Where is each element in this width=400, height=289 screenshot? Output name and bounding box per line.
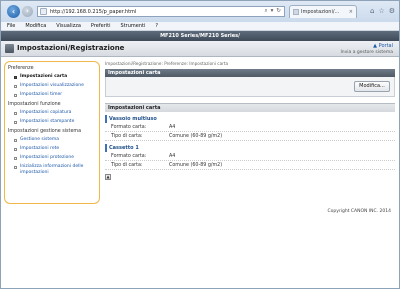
sidebar-item-label: Impostazioni protezione xyxy=(20,155,74,160)
sidebar-item-impostazioni-copiatura[interactable]: Impostazioni copiatura xyxy=(8,109,96,118)
menu-modifica[interactable]: Modifica xyxy=(25,23,46,29)
sidebar-item-label: Impostazioni timer xyxy=(20,92,63,97)
bullet-icon xyxy=(14,138,17,142)
settings-row: Tipo di carta: Comune (60-89 g/m2) xyxy=(105,132,395,141)
address-bar: ‹ › http://192.168.0.215/p_paper.html ⌕ … xyxy=(1,1,399,22)
sidebar-item-impostazioni-carta[interactable]: Impostazioni carta xyxy=(8,73,96,82)
copyright: Copyright CANON INC. 2014 xyxy=(327,209,392,214)
url-text: http://192.168.0.215/p_paper.html xyxy=(50,8,137,15)
panel-title: Impostazioni carta xyxy=(105,69,395,77)
device-name-bar: MF210 Series/MF210 Series/ xyxy=(1,31,399,41)
bullet-icon xyxy=(14,75,17,79)
dropdown-icon[interactable]: ▾ xyxy=(271,8,274,15)
menu-strumenti[interactable]: Strumenti xyxy=(121,23,146,29)
row-value: Comune (60-89 g/m2) xyxy=(169,163,223,168)
page-title: Impostazioni/Registrazione xyxy=(17,44,125,52)
sidebar-item-gestione-sistema[interactable]: Gestione sistema xyxy=(8,136,96,145)
browser-window: ‹ › http://192.168.0.215/p_paper.html ⌕ … xyxy=(0,0,400,289)
section-title: Impostazioni carta xyxy=(105,103,395,112)
sidebar-item-label: Impostazioni carta xyxy=(20,74,68,79)
row-label: Tipo di carta: xyxy=(111,134,143,139)
breadcrumb: Impostazioni/Registrazione: Preferenze: … xyxy=(105,61,229,66)
tab-title: Impostazioni/... xyxy=(301,9,340,15)
sidebar-item-impostazioni-stampante[interactable]: Impostazioni stampante xyxy=(8,118,96,127)
tray-heading: Cassetto 1 xyxy=(105,144,395,152)
menu-visualizza[interactable]: Visualizza xyxy=(56,23,81,29)
sidebar-item-label: Inizializza informazioni delle impostazi… xyxy=(20,164,84,175)
back-button[interactable]: ‹ xyxy=(7,5,20,18)
menu-preferiti[interactable]: Preferiti xyxy=(91,23,111,29)
sidebar-item-impostazioni-rete[interactable]: Impostazioni rete xyxy=(8,145,96,154)
sidebar-item-label: Gestione sistema xyxy=(20,137,60,142)
window-icons: ⌂ ☆ ⚙ xyxy=(370,7,395,15)
row-label: Formato carta: xyxy=(111,154,147,159)
settings-row: Formato carta: A4 xyxy=(105,152,395,161)
portal-arrow-icon: ▲ xyxy=(373,43,378,49)
bullet-icon xyxy=(14,165,17,169)
main-content: Impostazioni/Registrazione: Preferenze: … xyxy=(105,61,395,180)
search-icon[interactable]: ⌕ xyxy=(265,8,268,15)
settings-icon xyxy=(5,44,14,53)
url-field[interactable]: http://192.168.0.215/p_paper.html ⌕ ▾ ↻ xyxy=(37,6,285,17)
bullet-icon xyxy=(14,93,17,97)
sidebar-item-impostazioni-timer[interactable]: Impostazioni timer xyxy=(8,91,96,100)
menu-file[interactable]: File xyxy=(7,23,15,29)
sidebar-heading: Impostazioni funzione xyxy=(8,102,61,107)
portal-link[interactable]: ▲ Portal xyxy=(373,43,393,49)
url-actions: ⌕ ▾ ↻ xyxy=(265,8,281,15)
sidebar-heading: Impostazioni gestione sistema xyxy=(8,129,82,134)
sidebar-item-label: Impostazioni stampante xyxy=(20,119,75,124)
tab-page-icon xyxy=(293,9,299,15)
row-value: A4 xyxy=(169,154,176,159)
menu-bar: File Modifica Visualizza Preferiti Strum… xyxy=(1,22,399,31)
sidebar-item-label: Impostazioni copiatura xyxy=(20,110,72,115)
row-label: Tipo di carta: xyxy=(111,163,143,168)
menu-help[interactable]: ? xyxy=(155,23,158,29)
browser-tab[interactable]: Impostazioni/... × xyxy=(289,5,357,18)
home-icon[interactable]: ⌂ xyxy=(370,7,374,15)
settings-row: Formato carta: A4 xyxy=(105,123,395,132)
sidebar-item-label: Impostazioni visualizzazione xyxy=(20,83,84,88)
modify-button[interactable]: Modifica... xyxy=(354,81,390,92)
portal-link-label: Portal xyxy=(378,43,393,49)
page-icon xyxy=(40,8,47,15)
refresh-icon[interactable]: ↻ xyxy=(276,8,281,15)
favorites-icon[interactable]: ☆ xyxy=(378,7,384,15)
bullet-icon xyxy=(14,111,17,115)
gear-icon[interactable]: ⚙ xyxy=(389,7,395,15)
forward-button[interactable]: › xyxy=(22,6,33,17)
sidebar-item-impostazioni-visualizzazione[interactable]: Impostazioni visualizzazione xyxy=(8,82,96,91)
bullet-icon xyxy=(14,147,17,151)
row-label: Formato carta: xyxy=(111,125,147,130)
bullet-icon xyxy=(14,84,17,88)
page-top-icon[interactable]: ▲ xyxy=(105,174,111,180)
panel-actions: Modifica... xyxy=(105,77,395,97)
bullet-icon xyxy=(14,120,17,124)
sidebar: Preferenze Impostazioni carta Impostazio… xyxy=(4,61,100,204)
row-value: Comune (60-89 g/m2) xyxy=(169,134,223,139)
admin-link[interactable]: Invia a gestore sistema xyxy=(340,50,393,55)
bullet-icon xyxy=(14,156,17,160)
sidebar-heading: Preferenze xyxy=(8,66,34,71)
title-bar: Impostazioni/Registrazione ▲ Portal Invi… xyxy=(1,41,399,57)
tray-heading: Vassoio multiuso xyxy=(105,115,395,123)
sidebar-item-impostazioni-protezione[interactable]: Impostazioni protezione xyxy=(8,154,96,163)
sidebar-item-label: Impostazioni rete xyxy=(20,146,60,151)
tab-close-icon[interactable]: × xyxy=(349,9,353,15)
settings-row: Tipo di carta: Comune (60-89 g/m2) xyxy=(105,161,395,170)
row-value: A4 xyxy=(169,125,176,130)
sidebar-item-inizializza-informazioni[interactable]: Inizializza informazioni delle impostazi… xyxy=(8,163,96,176)
